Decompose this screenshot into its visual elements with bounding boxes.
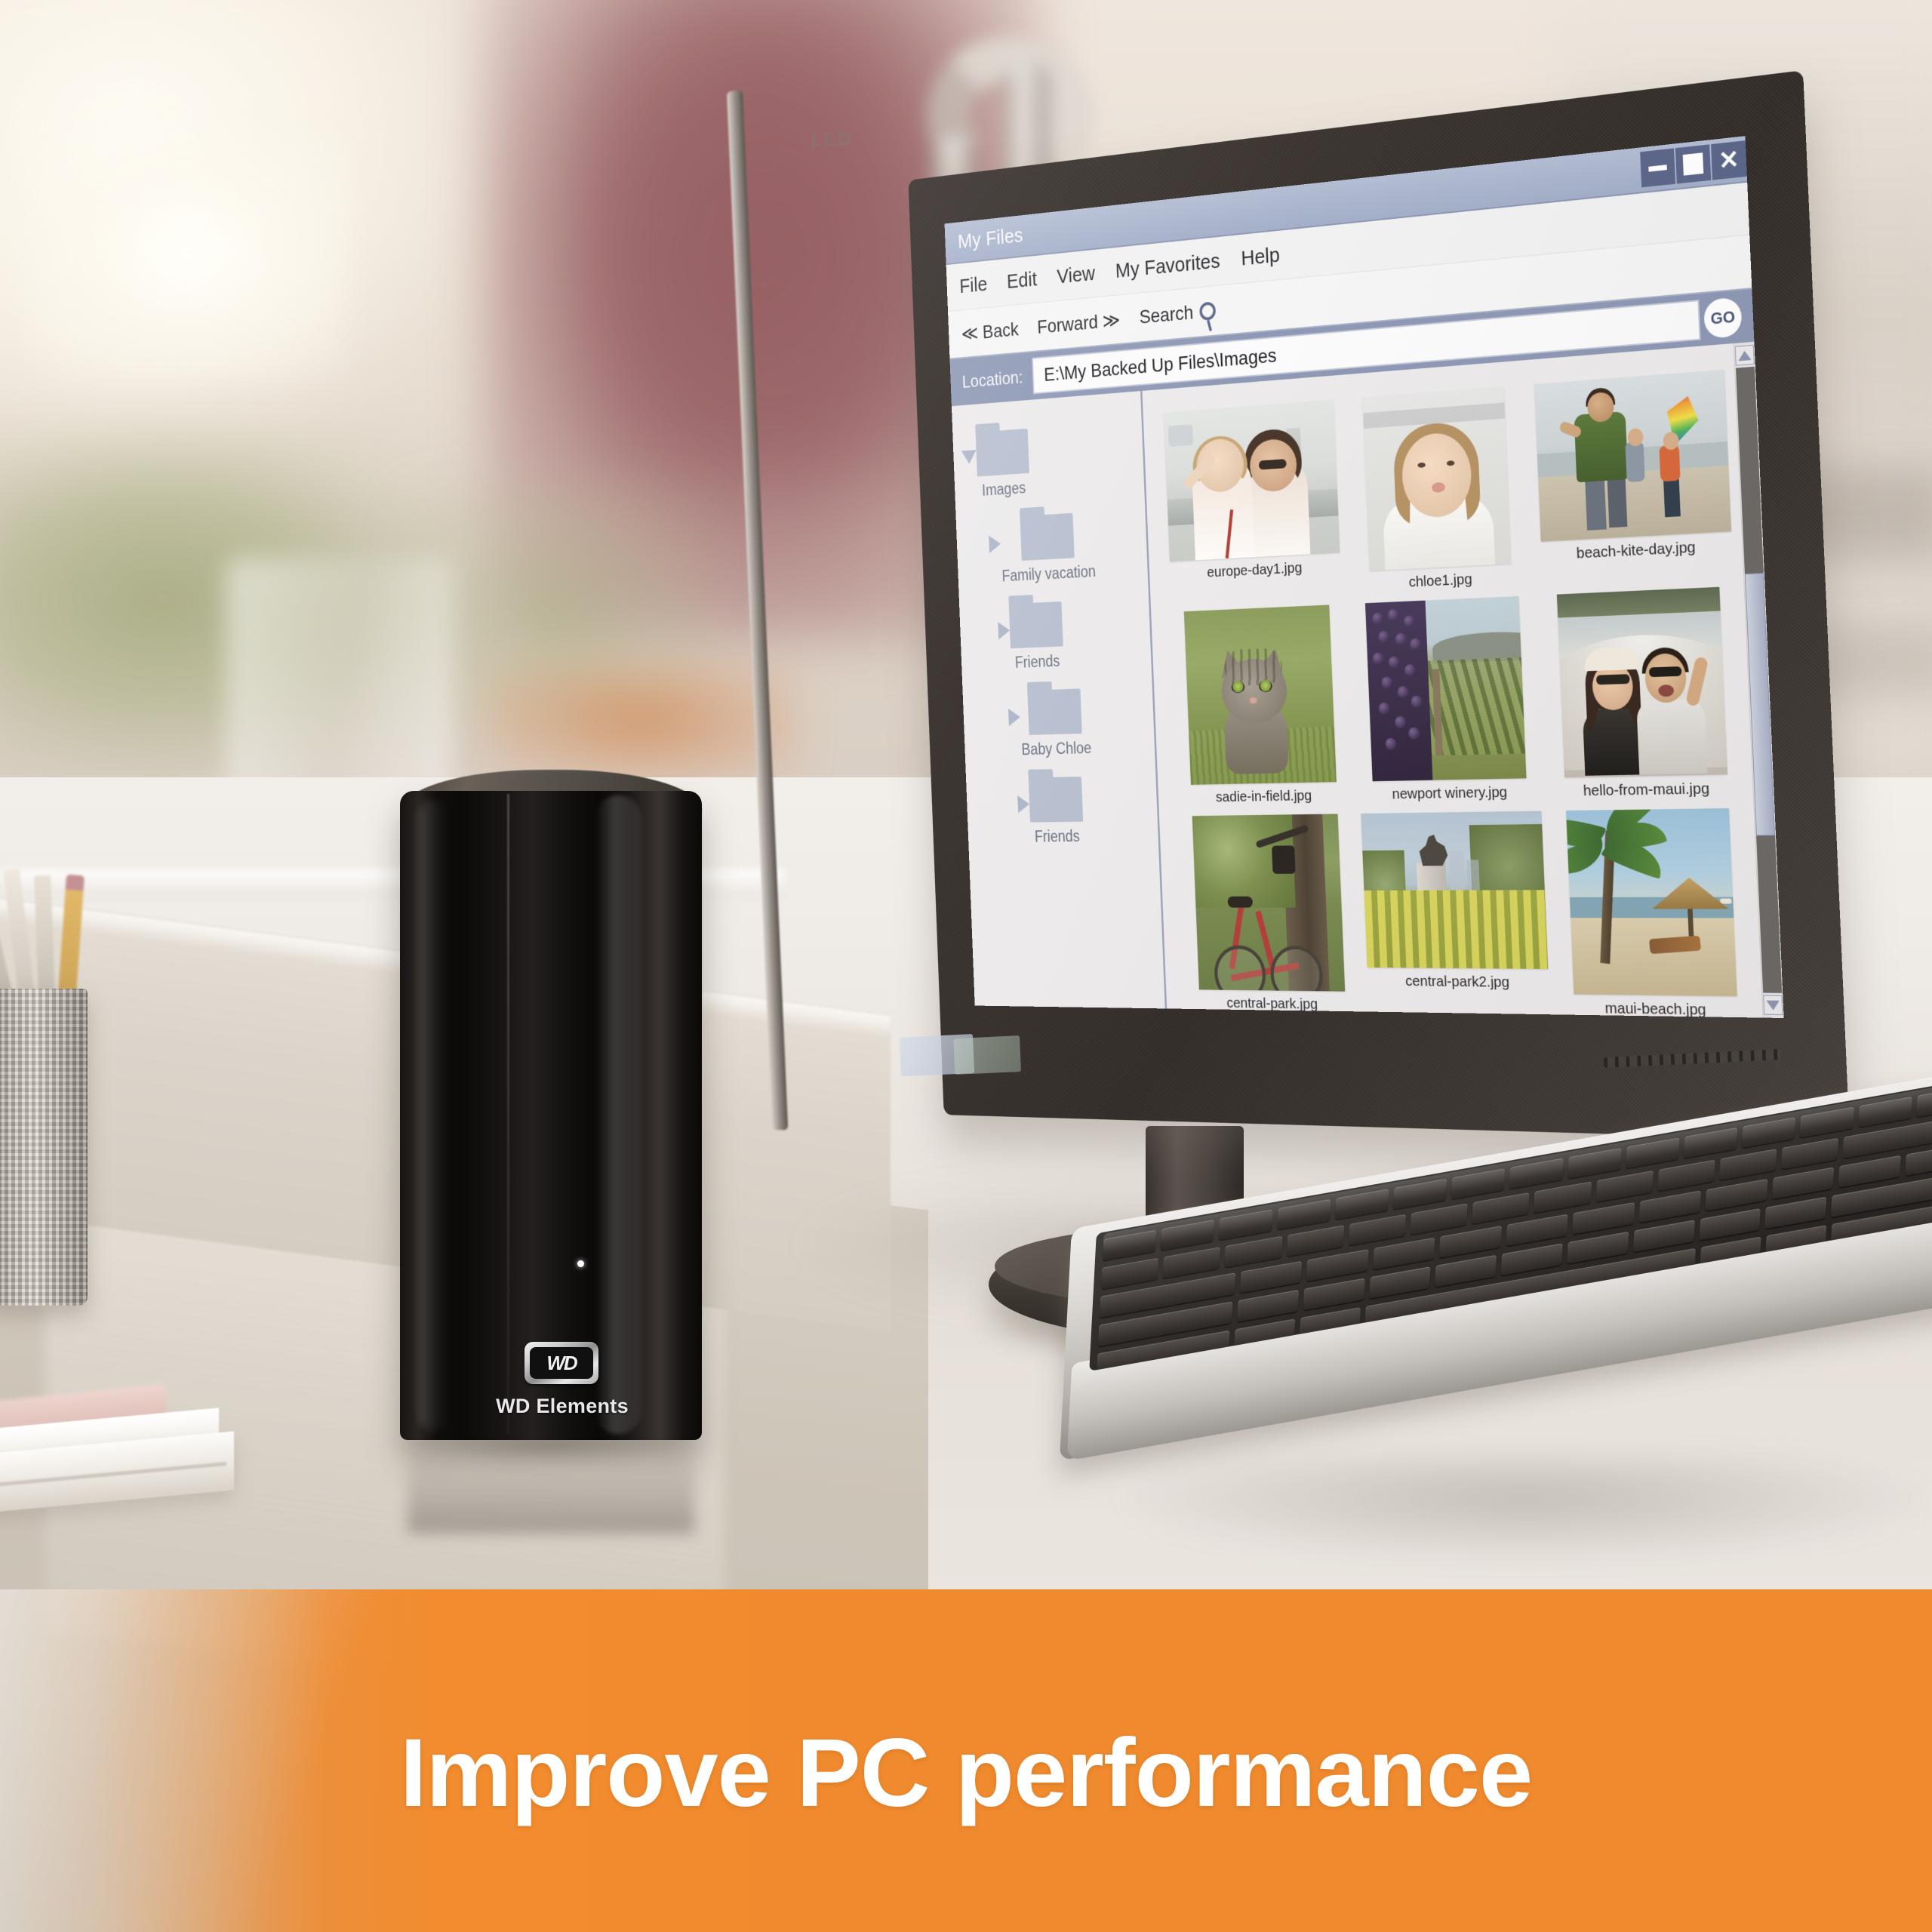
menu-item-view[interactable]: View bbox=[1057, 262, 1096, 289]
menu-item-help[interactable]: Help bbox=[1241, 243, 1281, 271]
chevron-down-icon[interactable] bbox=[961, 450, 977, 465]
computer-monitor: LED My Files File Edit View My Favorites… bbox=[724, 45, 1872, 1192]
tree-label: Baby Chloe bbox=[1021, 738, 1092, 758]
file-item[interactable]: hello-from-maui.jpg bbox=[1543, 586, 1743, 801]
menu-item-file[interactable]: File bbox=[959, 272, 988, 298]
scroll-up-icon[interactable] bbox=[1734, 344, 1755, 366]
file-item[interactable]: central-park2.jpg bbox=[1361, 811, 1550, 1017]
wd-logo-badge: WD bbox=[525, 1342, 598, 1384]
close-button[interactable]: ✕ bbox=[1711, 140, 1747, 180]
scene-root: WD WD Elements LED My Files File Edit Vi… bbox=[0, 0, 1932, 1932]
scroll-down-icon[interactable] bbox=[1763, 995, 1783, 1015]
banner-headline: Improve PC performance bbox=[399, 1718, 1533, 1827]
thumbnail-image bbox=[1164, 399, 1340, 562]
search-button[interactable]: Search bbox=[1139, 300, 1217, 329]
folder-icon bbox=[1020, 512, 1075, 561]
forward-button[interactable]: Forward ≫ bbox=[1037, 308, 1121, 338]
thumbnail-image bbox=[1192, 814, 1346, 992]
promo-banner: Improve PC performance bbox=[0, 1589, 1932, 1932]
folder-icon bbox=[975, 428, 1029, 477]
file-item[interactable]: newport winery.jpg bbox=[1352, 595, 1541, 804]
file-item[interactable]: chloe1.jpg bbox=[1344, 385, 1532, 594]
file-manager-window: My Files File Edit View My Favorites Hel… bbox=[944, 136, 1784, 1018]
folder-icon bbox=[1028, 777, 1084, 823]
thumbnail-image bbox=[1556, 586, 1728, 778]
location-label: Location: bbox=[961, 366, 1023, 392]
monitor-led-text: LED bbox=[810, 127, 854, 152]
file-item[interactable]: maui-beach.jpg bbox=[1552, 808, 1752, 1018]
file-grid-wrapper: europe-day1.jpg chloe1.jpg beach-kite-da… bbox=[1142, 341, 1784, 1018]
file-item[interactable]: central-park.jpg bbox=[1180, 814, 1358, 1014]
tree-label: Friends bbox=[1034, 826, 1081, 846]
drive-led-indicator bbox=[577, 1260, 584, 1267]
file-name: beach-kite-day.jpg bbox=[1576, 538, 1697, 562]
tree-label: Friends bbox=[1014, 651, 1060, 672]
chevron-right-icon[interactable] bbox=[998, 621, 1011, 640]
chevron-right-icon[interactable] bbox=[989, 534, 1001, 553]
folder-icon bbox=[1008, 601, 1063, 649]
tree-item-friends-1[interactable]: Friends bbox=[959, 592, 1152, 674]
file-name: hello-from-maui.jpg bbox=[1583, 780, 1710, 800]
tree-label: Family vacation bbox=[1001, 561, 1097, 585]
thumbnail-image bbox=[1362, 386, 1512, 571]
file-name: newport winery.jpg bbox=[1392, 783, 1508, 803]
file-name: chloe1.jpg bbox=[1408, 571, 1473, 591]
thumbnail-image bbox=[1183, 605, 1337, 785]
wd-logo-text: WD bbox=[546, 1351, 577, 1374]
back-button[interactable]: ≪ Back bbox=[961, 318, 1019, 345]
tree-item-baby-chloe[interactable]: Baby Chloe bbox=[962, 681, 1155, 761]
file-item[interactable]: sadie-in-field.jpg bbox=[1172, 605, 1350, 807]
tree-item-friends-2[interactable]: Friends bbox=[966, 770, 1158, 847]
file-name: sadie-in-field.jpg bbox=[1215, 787, 1312, 805]
tree-label: Images bbox=[981, 478, 1026, 500]
thumbnail-image bbox=[1361, 811, 1549, 970]
drive-gloss-right bbox=[595, 795, 641, 1434]
folder-tree-panel: Images Family vacation Friends Baby Chlo… bbox=[951, 390, 1168, 1009]
file-item[interactable]: europe-day1.jpg bbox=[1164, 399, 1342, 603]
monitor-left-edge bbox=[726, 89, 789, 1131]
file-name: maui-beach.jpg bbox=[1604, 999, 1707, 1018]
pencil-cup bbox=[0, 989, 88, 1306]
go-button[interactable]: GO bbox=[1703, 297, 1743, 340]
tree-item-images[interactable]: Images bbox=[952, 414, 1144, 502]
thumbnail-image bbox=[1534, 369, 1732, 542]
wd-elements-label: WD Elements bbox=[496, 1395, 629, 1417]
search-label: Search bbox=[1139, 301, 1194, 328]
minimize-button[interactable] bbox=[1640, 148, 1676, 188]
file-item[interactable]: beach-kite-day.jpg bbox=[1534, 369, 1734, 585]
file-manager-body: Images Family vacation Friends Baby Chlo… bbox=[951, 341, 1784, 1018]
chevron-right-icon[interactable] bbox=[1008, 708, 1021, 727]
folder-icon bbox=[1027, 688, 1083, 735]
monitor-screen: My Files File Edit View My Favorites Hel… bbox=[944, 136, 1784, 1018]
drive-gloss-left bbox=[418, 800, 448, 1431]
window-title: My Files bbox=[957, 223, 1024, 254]
file-grid: europe-day1.jpg chloe1.jpg beach-kite-da… bbox=[1142, 343, 1762, 1018]
thumbnail-image bbox=[1364, 595, 1527, 782]
menu-item-my-favorites[interactable]: My Favorites bbox=[1115, 249, 1220, 283]
monitor-sticker-eco bbox=[953, 1035, 1022, 1075]
menu-item-edit[interactable]: Edit bbox=[1007, 267, 1038, 293]
search-icon bbox=[1198, 301, 1217, 321]
file-name: central-park2.jpg bbox=[1404, 973, 1510, 991]
file-name: europe-day1.jpg bbox=[1207, 559, 1303, 581]
background-window-highlight bbox=[30, 128, 347, 377]
drive-reflection bbox=[408, 1443, 694, 1534]
chevron-right-icon[interactable] bbox=[1017, 795, 1030, 814]
drive-seam bbox=[507, 794, 509, 1434]
tree-item-family-vacation[interactable]: Family vacation bbox=[955, 503, 1147, 588]
wd-elements-drive: WD WD Elements bbox=[392, 770, 709, 1534]
thumbnail-image bbox=[1566, 808, 1737, 997]
maximize-button[interactable] bbox=[1675, 144, 1712, 184]
